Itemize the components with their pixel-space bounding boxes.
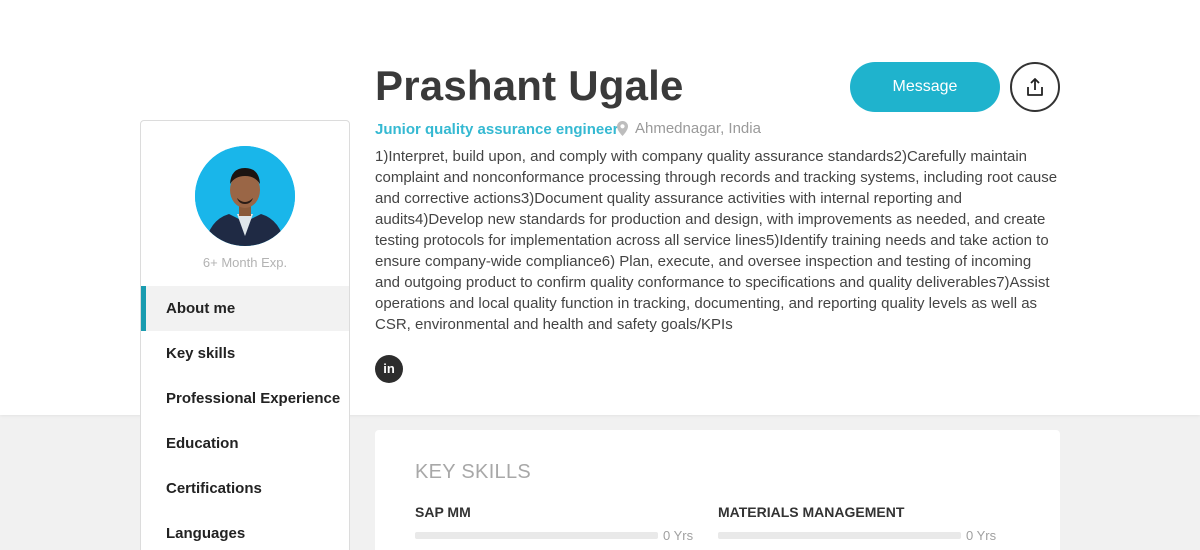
skill-item: SAP MM 0 Yrs	[415, 504, 695, 543]
location-pin-icon	[617, 121, 628, 136]
share-button[interactable]	[1010, 62, 1060, 112]
profile-name: Prashant Ugale	[375, 62, 684, 109]
skill-item: MATERIALS MANAGEMENT 0 Yrs	[718, 504, 998, 543]
skill-progress-bar	[718, 532, 961, 539]
linkedin-icon[interactable]: in	[375, 355, 403, 383]
location-text: Ahmednagar, India	[635, 120, 761, 137]
key-skills-title: KEY SKILLS	[415, 461, 532, 483]
sidebar-item-professional-experience[interactable]: Professional Experience	[141, 376, 349, 421]
about-text: 1)Interpret, build upon, and comply with…	[375, 148, 1058, 333]
sidebar-item-key-skills[interactable]: Key skills	[141, 331, 349, 376]
skill-years: 0 Yrs	[663, 528, 694, 543]
skill-name: SAP MM	[415, 504, 471, 520]
avatar-photo-icon	[195, 146, 295, 246]
profile-role: Junior quality assurance engineer	[375, 121, 619, 138]
skill-progress-bar	[415, 532, 658, 539]
share-upload-icon	[1027, 78, 1043, 96]
sidebar-item-education[interactable]: Education	[141, 421, 349, 466]
skill-years: 0 Yrs	[966, 528, 997, 543]
skill-name: MATERIALS MANAGEMENT	[718, 504, 905, 520]
sidebar-item-languages[interactable]: Languages	[141, 511, 349, 550]
sidebar-item-about-me[interactable]: About me	[141, 286, 349, 331]
key-skills-card: KEY SKILLS SAP MM 0 Yrs MATERIALS MANAGE…	[375, 430, 1060, 550]
sidebar-nav: About me Key skills Professional Experie…	[141, 286, 349, 550]
profile-location: Ahmednagar, India	[617, 120, 761, 137]
avatar	[195, 146, 295, 246]
profile-sidebar-card: 6+ Month Exp. About me Key skills Profes…	[140, 120, 350, 550]
sidebar-item-certifications[interactable]: Certifications	[141, 466, 349, 511]
experience-label: 6+ Month Exp.	[202, 255, 288, 270]
message-button[interactable]: Message	[850, 62, 1000, 112]
